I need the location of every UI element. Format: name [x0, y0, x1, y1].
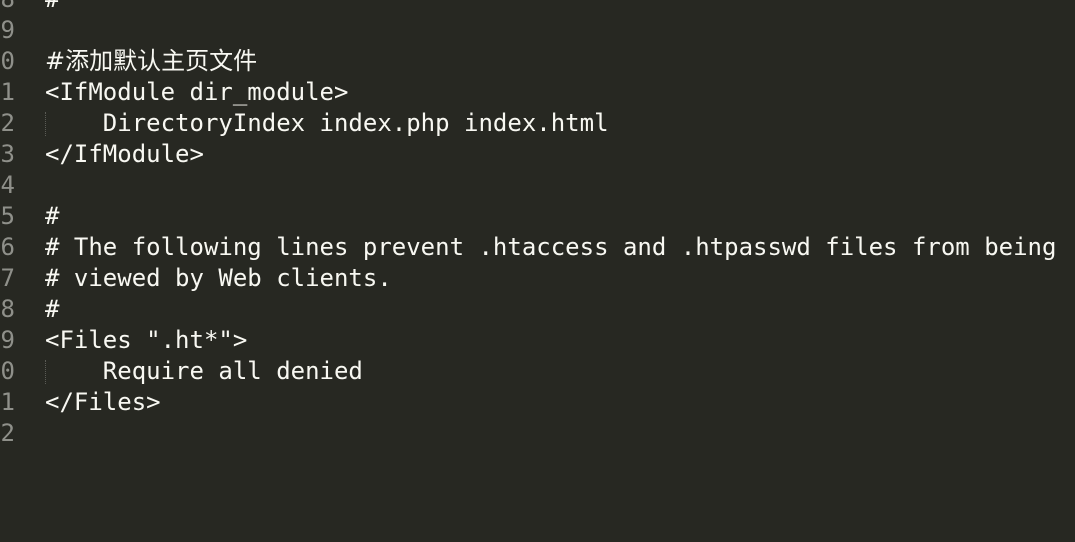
line-number: 80 — [0, 47, 15, 75]
code-line[interactable]: 89 <Files ".ht*"> — [0, 325, 1075, 356]
code-text[interactable]: # — [45, 294, 59, 325]
code-line[interactable]: 81 <IfModule dir_module> — [0, 77, 1075, 108]
code-text[interactable]: </IfModule> — [45, 139, 204, 170]
line-number: 82 — [0, 109, 15, 137]
code-text[interactable]: # viewed by Web clients. — [45, 263, 392, 294]
code-text[interactable]: # The following lines prevent .htaccess … — [45, 232, 1056, 263]
line-number: 84 — [0, 171, 15, 199]
line-number: 78 — [0, 0, 22, 15]
code-line[interactable]: 83 </IfModule> — [0, 139, 1075, 170]
line-number: 88 — [0, 295, 15, 323]
code-line[interactable]: 87 # viewed by Web clients. — [0, 263, 1075, 294]
code-line[interactable]: 84 — [0, 170, 1075, 201]
code-line[interactable]: 91 </Files> — [0, 387, 1075, 418]
code-line[interactable]: 92 — [0, 418, 1075, 449]
line-number: 86 — [0, 233, 15, 261]
code-text[interactable]: <Files ".ht*"> — [45, 325, 247, 356]
code-line[interactable]: 80 #添加默认主页文件 — [0, 46, 1075, 77]
code-line[interactable]: 78 # — [0, 0, 1075, 15]
code-line[interactable]: 85 # — [0, 201, 1075, 232]
code-text[interactable]: #添加默认主页文件 — [45, 46, 257, 77]
code-text[interactable]: <IfModule dir_module> — [45, 77, 348, 108]
code-line[interactable]: 90 Require all denied — [0, 356, 1075, 387]
line-number: 83 — [0, 140, 15, 168]
code-line[interactable]: 86 # The following lines prevent .htacce… — [0, 232, 1075, 263]
code-text[interactable]: # — [45, 201, 59, 232]
line-number: 85 — [0, 202, 15, 230]
line-number: 81 — [0, 78, 15, 106]
code-line[interactable]: 82 DirectoryIndex index.php index.html — [0, 108, 1075, 139]
code-editor[interactable]: 78 # 79 80 #添加默认主页文件 81 <IfModule dir_mo… — [0, 0, 1075, 449]
line-number: 89 — [0, 326, 15, 354]
code-text[interactable]: </Files> — [45, 387, 161, 418]
code-line[interactable]: 79 — [0, 15, 1075, 46]
line-number: 90 — [0, 357, 15, 385]
code-text[interactable]: Require all denied — [45, 356, 363, 387]
line-number: 79 — [0, 16, 15, 44]
code-text[interactable]: DirectoryIndex index.php index.html — [45, 108, 609, 139]
line-number: 92 — [0, 419, 15, 447]
code-text[interactable]: # — [45, 0, 59, 15]
code-line[interactable]: 88 # — [0, 294, 1075, 325]
line-number: 91 — [0, 388, 15, 416]
line-number: 87 — [0, 264, 15, 292]
